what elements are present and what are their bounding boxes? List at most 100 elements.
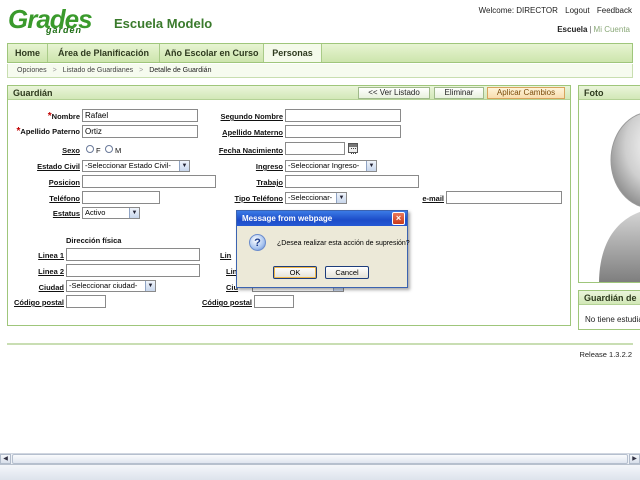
estado-civil-label: Estado Civil bbox=[37, 162, 80, 171]
chevron-down-icon: ▼ bbox=[336, 193, 346, 203]
apellido-materno-input[interactable] bbox=[285, 125, 401, 138]
view-separator: | bbox=[589, 25, 592, 34]
main-nav: Home Área de Planificación Año Escolar e… bbox=[7, 43, 633, 63]
linea1-input[interactable] bbox=[66, 248, 200, 261]
logout-link[interactable]: Logout bbox=[565, 6, 589, 15]
feedback-link[interactable]: Feedback bbox=[597, 6, 632, 15]
ciudad-select[interactable]: -Seleccionar ciudad- ▼ bbox=[66, 280, 156, 292]
close-icon[interactable]: × bbox=[392, 212, 405, 225]
fecha-nacimiento-label: Fecha Nacimiento bbox=[218, 146, 283, 155]
school-name: Escuela Modelo bbox=[114, 16, 213, 31]
release-version: Release 1.3.2.2 bbox=[579, 350, 632, 359]
apellido-paterno-label-text: Apellido Paterno bbox=[20, 127, 80, 136]
question-icon: ? bbox=[249, 234, 266, 251]
email-label: e-mail bbox=[422, 194, 444, 203]
linea1-label: Linea 1 bbox=[38, 251, 64, 260]
view-account-link[interactable]: Mi Cuenta bbox=[594, 25, 630, 34]
tab-area-planificacion[interactable]: Área de Planificación bbox=[48, 44, 160, 62]
codigo-postal-input[interactable] bbox=[66, 295, 106, 308]
email-input[interactable] bbox=[446, 191, 562, 204]
welcome-text: Welcome: DIRECTOR bbox=[478, 6, 558, 15]
sexo-f-label: F bbox=[96, 146, 101, 155]
sexo-m-label: M bbox=[115, 146, 122, 155]
telefono-label: Teléfono bbox=[49, 194, 80, 203]
eliminar-button[interactable]: Eliminar bbox=[434, 87, 484, 99]
segundo-nombre-label: Segundo Nombre bbox=[220, 112, 283, 121]
tipo-telefono-select[interactable]: -Seleccionar- ▼ bbox=[285, 192, 347, 204]
sexo-m-radio[interactable] bbox=[105, 145, 113, 153]
estado-civil-value: -Seleccionar Estado Civil- bbox=[85, 161, 171, 170]
aplicar-cambios-button[interactable]: Aplicar Cambios bbox=[487, 87, 565, 99]
tab-personas[interactable]: Personas bbox=[264, 44, 322, 62]
sexo-f-radio[interactable] bbox=[86, 145, 94, 153]
guardian-panel-header bbox=[8, 86, 570, 100]
posicion-input[interactable] bbox=[82, 175, 216, 188]
guardian-students-panel: Guardián de No tiene estudiantes bbox=[578, 290, 640, 330]
nombre-input[interactable]: Rafael bbox=[82, 109, 198, 122]
ver-listado-button[interactable]: << Ver Listado bbox=[358, 87, 430, 99]
browser-status-bar bbox=[0, 464, 640, 480]
segundo-nombre-input[interactable] bbox=[285, 109, 401, 122]
breadcrumb-separator: > bbox=[139, 67, 144, 74]
foto-panel: Foto bbox=[578, 85, 640, 283]
breadcrumb-opciones[interactable]: Opciones bbox=[17, 67, 47, 74]
ciudad-label: Ciudad bbox=[38, 283, 64, 292]
apellido-paterno-input[interactable]: Ortiz bbox=[82, 125, 198, 138]
codigo-postal-right-input[interactable] bbox=[254, 295, 294, 308]
chevron-down-icon: ▼ bbox=[145, 281, 155, 291]
fecha-nacimiento-input[interactable] bbox=[285, 142, 345, 155]
nombre-label-text: Nombre bbox=[51, 112, 80, 121]
view-switch: Escuela | Mi Cuenta bbox=[557, 25, 630, 34]
breadcrumb-listado[interactable]: Listado de Guardianes bbox=[63, 67, 133, 74]
trabajo-label: Trabajo bbox=[256, 178, 283, 187]
sexo-label: Sexo bbox=[62, 146, 80, 155]
telefono-input[interactable] bbox=[82, 191, 160, 204]
chevron-down-icon: ▼ bbox=[179, 161, 189, 171]
dialog-title: Message from webpage bbox=[242, 214, 333, 223]
chevron-down-icon: ▼ bbox=[129, 208, 139, 218]
nombre-label: *Nombre bbox=[18, 111, 80, 122]
ingreso-label: Ingreso bbox=[255, 162, 283, 171]
logo-subtitle: garden bbox=[46, 25, 83, 35]
scroll-right-icon[interactable]: ▶ bbox=[629, 454, 640, 464]
estatus-select[interactable]: Activo ▼ bbox=[82, 207, 140, 219]
confirm-dialog: Message from webpage × ? ¿Desea realizar… bbox=[236, 210, 410, 288]
apellido-materno-label: Apellido Materno bbox=[222, 128, 283, 137]
linea2-label: Linea 2 bbox=[38, 267, 64, 276]
calendar-icon[interactable] bbox=[348, 143, 358, 154]
ok-button[interactable]: OK bbox=[273, 266, 317, 279]
linea2-input[interactable] bbox=[66, 264, 200, 277]
avatar-placeholder-icon bbox=[599, 113, 640, 282]
cancel-button[interactable]: Cancel bbox=[325, 266, 369, 279]
tab-home[interactable]: Home bbox=[8, 44, 48, 62]
tipo-telefono-label: Tipo Teléfono bbox=[234, 194, 283, 203]
scroll-left-icon[interactable]: ◀ bbox=[0, 454, 11, 464]
dialog-message: ¿Desea realizar esta acción de supresión… bbox=[277, 240, 410, 247]
posicion-label: Posicion bbox=[48, 178, 80, 187]
horizontal-scrollbar[interactable]: ◀ ▶ bbox=[0, 453, 640, 464]
scrollbar-thumb[interactable] bbox=[12, 454, 628, 464]
tab-ano-escolar[interactable]: Año Escolar en Curso bbox=[160, 44, 264, 62]
trabajo-input[interactable] bbox=[285, 175, 419, 188]
view-school-link[interactable]: Escuela bbox=[557, 25, 587, 34]
ingreso-select[interactable]: -Seleccionar Ingreso- ▼ bbox=[285, 160, 377, 172]
ciudad-value: -Seleccionar ciudad- bbox=[69, 281, 138, 290]
dialog-titlebar[interactable]: Message from webpage × bbox=[237, 211, 407, 226]
tipo-telefono-value: -Seleccionar- bbox=[288, 193, 333, 202]
guardian-students-empty-text: No tiene estudiantes bbox=[585, 315, 640, 324]
chevron-down-icon: ▼ bbox=[366, 161, 376, 171]
guardian-students-title: Guardián de bbox=[584, 293, 637, 303]
direccion-fisica-title: Dirección física bbox=[66, 236, 122, 245]
user-links: Welcome: DIRECTOR Logout Feedback bbox=[474, 6, 632, 15]
breadcrumb-separator: > bbox=[52, 67, 57, 74]
estatus-value: Activo bbox=[85, 208, 106, 217]
estatus-label: Estatus bbox=[52, 209, 80, 218]
breadcrumb-detalle: Detalle de Guardián bbox=[149, 67, 212, 74]
foto-panel-title: Foto bbox=[584, 88, 604, 98]
codigo-postal-right-label: Código postal bbox=[202, 298, 252, 307]
footer-divider bbox=[7, 343, 633, 345]
estado-civil-select[interactable]: -Seleccionar Estado Civil- ▼ bbox=[82, 160, 190, 172]
codigo-postal-label: Código postal bbox=[14, 298, 64, 307]
breadcrumb: Opciones > Listado de Guardianes > Detalle d… bbox=[7, 64, 633, 78]
guardian-panel-title: Guardián bbox=[13, 88, 53, 98]
